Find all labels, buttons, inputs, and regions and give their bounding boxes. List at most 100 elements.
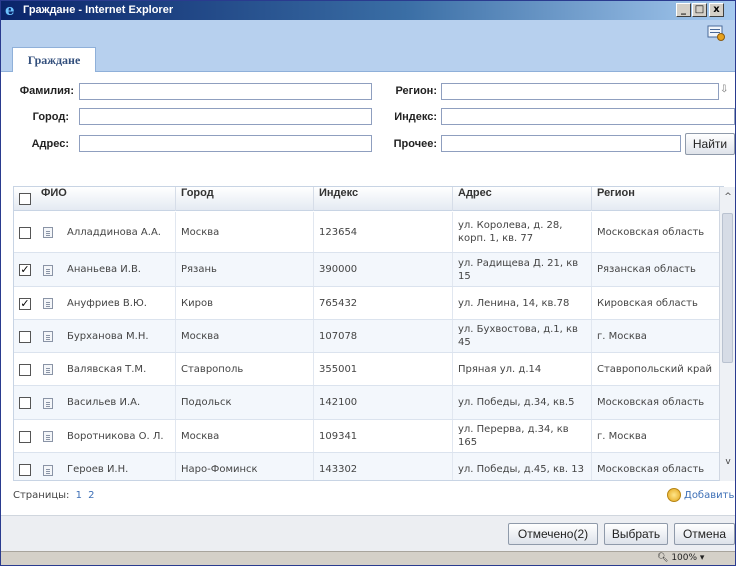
row-checkbox[interactable] [19,226,31,239]
table-row[interactable]: Воротникова О. Л. Москва 109341 ул. Перерва… [14,420,723,453]
page-link-2[interactable]: 2 [88,490,94,501]
cell-fio: Ананьева И.В. [36,253,176,286]
column-header-city[interactable]: Город [176,187,314,211]
surname-input[interactable] [79,83,372,100]
pagination: Страницы: 1 2 [13,490,95,501]
cell-index: 123654 [314,212,453,252]
region-lookup-icon[interactable]: ⇩ [720,84,728,95]
record-card-icon[interactable] [43,331,53,342]
column-header-region[interactable]: Регион [592,187,723,211]
zoom-level[interactable]: 🔍︎ 100% ▾ [657,553,704,563]
record-card-icon[interactable] [43,397,53,409]
surname-label: Фамилия: [19,85,74,97]
city-label: Город: [32,111,69,123]
print-settings-icon[interactable] [707,23,725,41]
browser-window: e Граждане - Internet Explorer _ □ x Гра… [0,0,736,566]
cell-region: Кировская область [597,297,698,309]
table-row[interactable]: Бурханова М.Н. Москва 107078 ул. Бухвостова… [14,320,723,353]
cell-region: Московская область [597,464,705,475]
row-checkbox[interactable]: ✓ [19,264,31,276]
cell-index: 143302 [314,453,453,480]
dialog-button-bar: Отмечено(2) Выбрать Отмена [1,515,735,551]
marked-button[interactable]: Отмечено(2) [508,523,598,545]
cell-index: 109341 [314,420,453,452]
table-header: ФИО Город Индекс Адрес Регион [14,187,723,211]
cell-region: Рязанская область [597,264,696,275]
table-row[interactable]: ✓ Ананьева И.В. Рязань 390000 ул. Радищева Д… [14,253,723,287]
region-input[interactable] [441,83,719,100]
scroll-down-arrow-icon[interactable]: v [723,457,733,467]
cell-fio: Алладдинова А.А. [36,212,176,252]
search-button[interactable]: Найти [685,133,735,155]
cell-region: Ставропольский край [597,363,712,375]
record-card-icon[interactable] [43,364,53,375]
other-input[interactable] [441,135,681,152]
table-row[interactable]: ✓ Ануфриев В.Ю. Киров 765432 ул. Ленина, 14,… [14,287,723,320]
table-row[interactable]: Валявская Т.М. Ставрополь 355001 Пряная ул.… [14,353,723,386]
record-card-icon[interactable] [43,264,53,276]
row-checkbox[interactable] [19,430,31,443]
cell-address: ул. Победы, д.34, кв.5 [453,386,592,419]
cell-city: Ставрополь [176,353,314,385]
cell-city: Рязань [176,253,314,286]
select-all-checkbox[interactable] [19,193,31,205]
index-input[interactable] [441,108,735,125]
internet-explorer-icon: e [5,1,15,19]
cell-address: ул. Победы, д.45, кв. 13 [453,453,592,480]
table-scrollbar[interactable]: ^ v [719,187,735,481]
column-header-fio[interactable]: ФИО [36,187,176,211]
cell-fio: Воротникова О. Л. [36,420,176,452]
cell-fio: Валявская Т.М. [36,353,176,385]
column-header-index[interactable]: Индекс [314,187,453,211]
row-checkbox[interactable] [19,330,31,343]
record-card-icon[interactable] [43,464,53,476]
cell-fio: Ануфриев В.Ю. [36,287,176,319]
minimize-button[interactable]: _ [676,3,691,17]
record-card-icon[interactable] [43,431,53,442]
row-checkbox[interactable] [19,397,31,409]
cell-address: ул. Перерва, д.34, кв 165 [453,420,592,452]
close-button[interactable]: x [709,3,724,17]
city-input[interactable] [79,108,372,125]
cell-region: Московская область [597,226,705,238]
address-label: Адрес: [31,138,69,150]
maximize-button[interactable]: □ [692,3,707,17]
record-card-icon[interactable] [43,227,53,238]
cell-city: Киров [176,287,314,319]
cell-index: 142100 [314,386,453,419]
cell-index: 107078 [314,320,453,352]
table-row[interactable]: Васильев И.А. Подольск 142100 ул. Победы, д… [14,386,723,420]
add-icon[interactable] [667,488,681,502]
table-row[interactable]: Алладдинова А.А. Москва 123654 ул. Королева… [14,212,723,253]
row-checkbox[interactable]: ✓ [19,297,31,310]
cell-address: Пряная ул. д.14 [453,353,592,385]
page-link-1[interactable]: 1 [76,490,82,501]
cell-address: ул. Королева, д. 28, корп. 1, кв. 77 [453,212,592,252]
address-input[interactable] [79,135,372,152]
cell-index: 765432 [314,287,453,319]
select-button[interactable]: Выбрать [604,523,668,545]
cell-fio: Васильев И.А. [36,386,176,419]
tab-citizens[interactable]: Граждане [12,47,96,72]
citizens-table: ФИО Город Индекс Адрес Регион Алладдинов… [13,186,724,481]
record-card-icon[interactable] [43,298,53,309]
scrollbar-thumb[interactable] [722,213,733,363]
cell-city: Москва [176,320,314,352]
row-checkbox[interactable] [19,464,31,476]
cancel-button[interactable]: Отмена [674,523,735,545]
cell-city: Москва [176,420,314,452]
cell-city: Москва [176,212,314,252]
cell-index: 390000 [314,253,453,286]
cell-city: Подольск [176,386,314,419]
scroll-up-arrow-icon[interactable]: ^ [723,192,733,202]
add-link[interactable]: Добавить [684,490,734,501]
zoom-value: 100% [671,553,698,563]
cell-region: Московская область [597,397,705,408]
pagination-label: Страницы: [13,490,70,501]
add-control[interactable]: Добавить [667,485,734,505]
column-header-address[interactable]: Адрес [453,187,592,211]
cell-fio: Бурханова М.Н. [36,320,176,352]
row-checkbox[interactable] [19,363,31,376]
table-row[interactable]: Героев И.Н. Наро-Фоминск 143302 ул. Победы,… [14,453,723,480]
title-bar: e Граждане - Internet Explorer _ □ x [1,1,735,20]
